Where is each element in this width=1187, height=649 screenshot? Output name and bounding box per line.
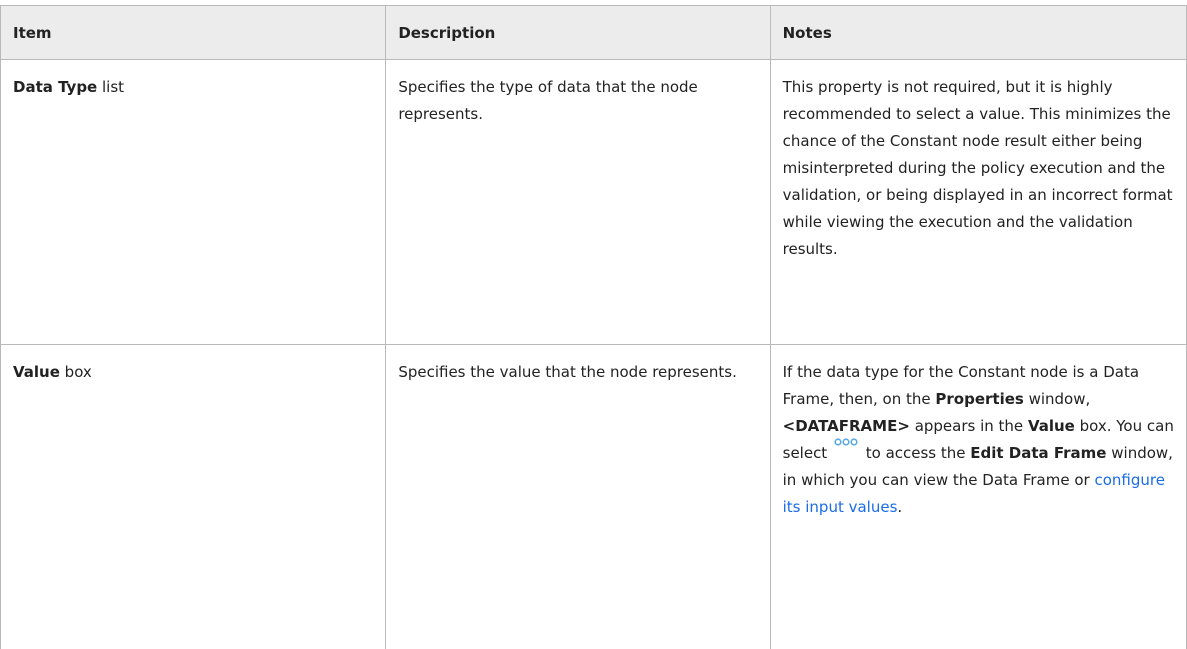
item-cell: Data Type list: [1, 60, 386, 345]
item-kind: box: [60, 363, 92, 381]
notes-text: .: [897, 498, 902, 516]
table-header-row: Item Description Notes: [1, 6, 1187, 60]
notes-cell: If the data type for the Constant node i…: [770, 345, 1186, 649]
notes-text: window,: [1024, 390, 1090, 408]
notes-bold-term: <DATAFRAME>: [783, 417, 910, 435]
table-row: Value box Specifies the value that the n…: [1, 345, 1187, 649]
item-cell: Value box: [1, 345, 386, 649]
notes-text: appears in the: [910, 417, 1028, 435]
notes-text: to access the: [861, 444, 970, 462]
column-header-description: Description: [386, 6, 770, 60]
item-name: Data Type: [13, 78, 97, 96]
column-header-item: Item: [1, 6, 386, 60]
notes-bold-term: Edit Data Frame: [970, 444, 1106, 462]
item-kind: list: [97, 78, 124, 96]
notes-cell: This property is not required, but it is…: [770, 60, 1186, 345]
ellipsis-button-icon: [834, 438, 858, 446]
table-row: Data Type list Specifies the type of dat…: [1, 60, 1187, 345]
notes-bold-term: Properties: [935, 390, 1023, 408]
notes-bold-term: Value: [1028, 417, 1075, 435]
item-name: Value: [13, 363, 60, 381]
description-cell: Specifies the value that the node repres…: [386, 345, 770, 649]
description-cell: Specifies the type of data that the node…: [386, 60, 770, 345]
properties-table: Item Description Notes Data Type list Sp…: [0, 5, 1187, 649]
column-header-notes: Notes: [770, 6, 1186, 60]
